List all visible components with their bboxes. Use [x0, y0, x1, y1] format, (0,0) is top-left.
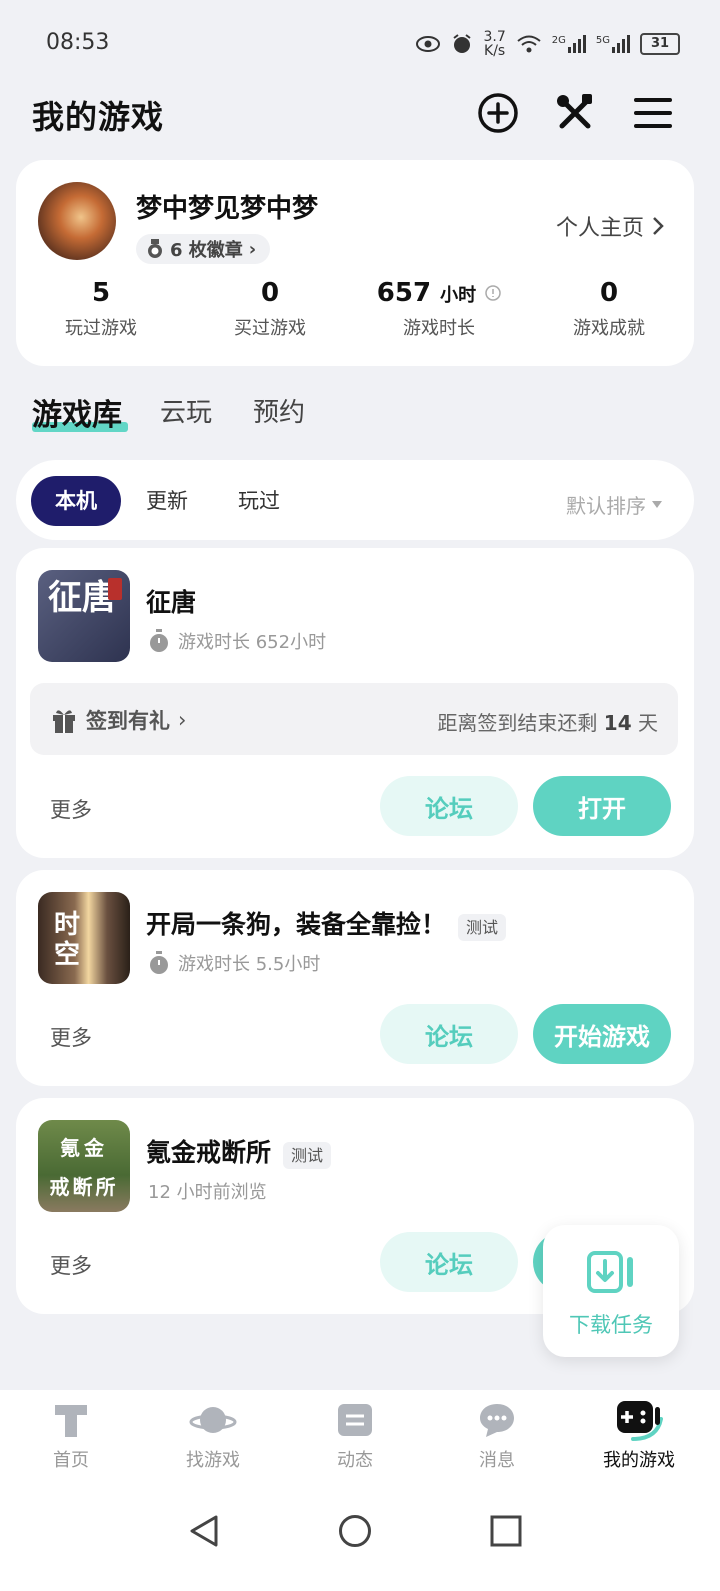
status-time: 08:53 [46, 30, 110, 55]
test-tag: 测试 [283, 1142, 332, 1169]
planet-icon [189, 1407, 237, 1433]
stopwatch-icon [150, 951, 168, 974]
stopwatch-icon [150, 629, 168, 652]
eye-icon [416, 36, 441, 52]
stat-value: 657 小时 [354, 278, 524, 308]
download-icon [587, 1251, 633, 1293]
game-title[interactable]: 征唐 [146, 583, 196, 619]
stat-playtime[interactable]: 657 小时 游戏时长 [354, 278, 524, 340]
stat-label: 玩过游戏 [65, 318, 137, 339]
tab-cloud-play[interactable]: 云玩 [160, 392, 212, 429]
stat-label: 游戏时长 [403, 318, 475, 339]
home-icon [55, 1405, 87, 1437]
homepage-label: 个人主页 [555, 216, 644, 241]
filter-played[interactable]: 玩过 [238, 476, 280, 526]
status-bar: 08:53 3.7 K/s 2G 5G 31 [0, 0, 720, 90]
stat-achievements[interactable]: 0 游戏成就 [524, 278, 694, 340]
forum-button[interactable]: 论坛 [380, 776, 518, 836]
game-icon-kejin[interactable]: 氪金 戒断所 [38, 1120, 130, 1212]
game-icon-zhengtang[interactable]: 征唐 [38, 570, 130, 662]
game-playtime: 游戏时长 652小时 [148, 628, 326, 654]
caret-down-icon [652, 501, 662, 508]
start-game-button[interactable]: 开始游戏 [533, 1004, 671, 1064]
stat-value: 5 [91, 278, 111, 308]
system-nav-bar [0, 1500, 720, 1591]
download-tasks-button[interactable]: 下载任务 [543, 1225, 679, 1357]
chevron-right-icon: › [178, 708, 187, 732]
stat-played[interactable]: 5 玩过游戏 [16, 278, 186, 340]
profile-card: 梦中梦见梦中梦 6 枚徽章 › 个人主页 5 玩过游戏 0 买过游戏 657 小… [16, 160, 694, 366]
stat-value: 0 [260, 278, 280, 308]
nav-home[interactable]: 首页 [11, 1400, 131, 1472]
stat-label: 买过游戏 [234, 318, 306, 339]
forum-button[interactable]: 论坛 [380, 1004, 518, 1064]
plus-circle-icon [478, 93, 518, 133]
tab-reservations[interactable]: 预约 [253, 392, 305, 429]
hamburger-menu-icon [634, 98, 672, 128]
tab-library[interactable]: 游戏库 [32, 390, 122, 434]
test-tag: 测试 [458, 914, 507, 941]
game-title[interactable]: 氪金戒断所 测试 [146, 1133, 332, 1169]
filter-local[interactable]: 本机 [31, 476, 121, 526]
page-title: 我的游戏 [32, 98, 165, 136]
game-icon-shikong[interactable]: 时空 [38, 892, 130, 984]
stat-bought[interactable]: 0 买过游戏 [185, 278, 355, 340]
gamepad-icon [617, 1401, 663, 1441]
filter-updates[interactable]: 更新 [146, 476, 188, 526]
username: 梦中梦见梦中梦 [136, 194, 319, 224]
badge-chip[interactable]: 6 枚徽章 › [136, 234, 271, 264]
net-speed: 3.7 K/s [483, 29, 506, 59]
recents-icon[interactable] [490, 1515, 522, 1547]
add-button[interactable] [477, 92, 519, 134]
chevron-right-icon [653, 217, 664, 235]
tools-button[interactable] [554, 92, 596, 134]
gift-icon [53, 710, 75, 733]
chat-icon [480, 1404, 514, 1437]
forum-button[interactable]: 论坛 [380, 1232, 518, 1292]
stat-value: 0 [599, 278, 619, 308]
medal-icon [148, 239, 162, 258]
game-playtime: 游戏时长 5.5小时 [148, 950, 320, 976]
signal-5g: 5G [596, 35, 630, 53]
signin-countdown: 距离签到结束还剩 14 天 [437, 711, 658, 735]
signin-banner[interactable]: 签到有礼 › 距离签到结束还剩 14 天 [30, 683, 678, 755]
battery-indicator: 31 [640, 33, 680, 55]
game-card: 征唐 征唐 游戏时长 652小时 签到有礼 › 距离签到结束还剩 14 天 更多… [16, 548, 694, 858]
wifi-icon [517, 35, 541, 53]
signal-2g: 2G [552, 35, 586, 53]
homepage-link[interactable]: 个人主页 [556, 210, 664, 242]
alarm-icon [453, 34, 472, 53]
chevron-right-icon: › [248, 238, 257, 260]
more-button[interactable]: 更多 [50, 1250, 92, 1280]
back-icon[interactable] [188, 1514, 220, 1548]
download-tasks-label: 下载任务 [569, 1313, 653, 1337]
sort-label: 默认排序 [566, 494, 646, 518]
tools-icon [557, 94, 592, 129]
game-card: 时空 开局一条狗，装备全靠捡！ 测试 游戏时长 5.5小时 更多 论坛 开始游戏 [16, 870, 694, 1086]
nav-messages[interactable]: 消息 [437, 1400, 557, 1472]
badge-label: 6 枚徽章 [170, 240, 243, 261]
nav-find-games[interactable]: 找游戏 [153, 1400, 273, 1472]
more-button[interactable]: 更多 [50, 1022, 92, 1052]
nav-feed[interactable]: 动态 [295, 1400, 415, 1472]
nav-my-games[interactable]: 我的游戏 [579, 1400, 699, 1472]
info-icon [485, 285, 501, 301]
game-title[interactable]: 开局一条狗，装备全靠捡！ 测试 [146, 905, 507, 941]
last-viewed: 12 小时前浏览 [148, 1182, 267, 1203]
open-button[interactable]: 打开 [533, 776, 671, 836]
bottom-nav: 首页 找游戏 动态 消息 我的游戏 [0, 1390, 720, 1500]
stat-label: 游戏成就 [573, 318, 645, 339]
home-circle-icon[interactable] [338, 1514, 372, 1548]
menu-button[interactable] [632, 92, 674, 134]
sort-dropdown[interactable]: 默认排序 [566, 490, 662, 519]
signin-label: 签到有礼 › [86, 708, 187, 733]
status-icons: 3.7 K/s 2G 5G 31 [415, 30, 680, 58]
more-button[interactable]: 更多 [50, 794, 92, 824]
feed-icon [338, 1404, 372, 1436]
avatar[interactable] [38, 182, 116, 260]
